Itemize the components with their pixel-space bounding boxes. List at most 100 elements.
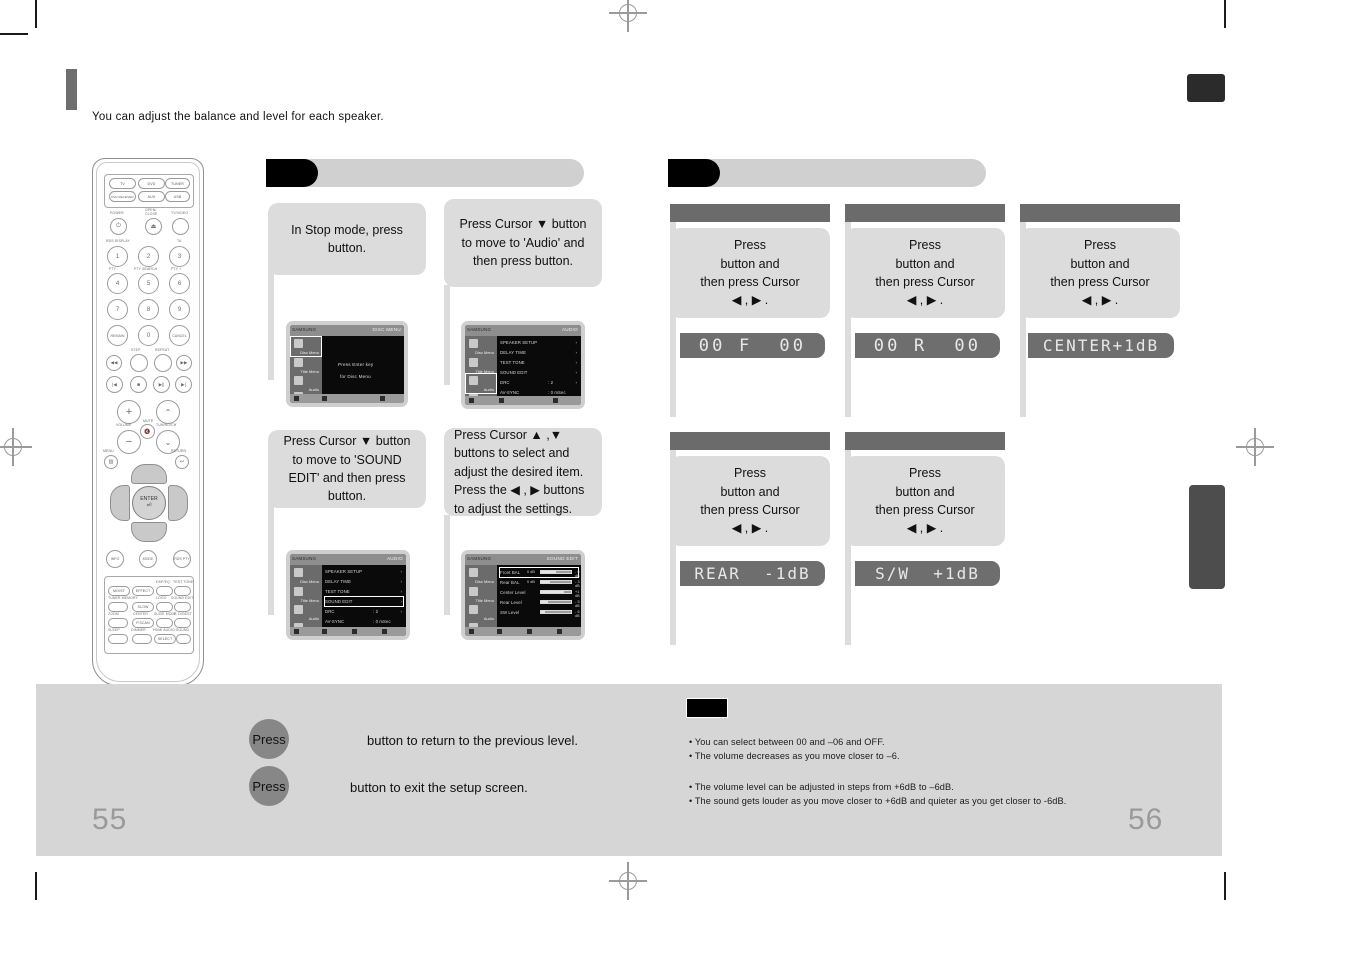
remote-button-play-pause[interactable]: ▶|| (153, 376, 170, 393)
remote-button-rds-pty[interactable]: RDS PTY (173, 550, 191, 568)
remote-button-stop[interactable]: ■ (130, 376, 147, 393)
remote-button-tuning-up[interactable]: ⌃ (156, 400, 180, 424)
osd-2-row-0[interactable]: SPEAKER SETUP › (500, 338, 578, 347)
osd-2-row-4[interactable]: DRC: 2 › (500, 378, 578, 387)
osd-4-edit-bar-0[interactable] (540, 570, 572, 574)
vfd-display-5: S/W +1dB (855, 561, 1000, 586)
osd-3-row-0[interactable]: SPEAKER SETUP › (325, 567, 403, 576)
osd-4-topbar: SAMSUNG SOUND EDIT (465, 554, 581, 565)
step-bubble-4: Press Cursor ▲ ,▼ buttons to select and … (444, 428, 602, 516)
remote-button-sound-edit[interactable] (174, 602, 191, 612)
remote-button-sound[interactable] (176, 634, 191, 644)
remote-button-6[interactable]: 6 (169, 273, 190, 294)
remote-button-p-digest[interactable] (174, 618, 191, 628)
osd-4-edit-row-4[interactable]: SW Level - 6 dB (500, 608, 580, 618)
osd-2-row-2[interactable]: TEST TONE › (500, 358, 578, 367)
remote-button-repeat[interactable] (154, 354, 172, 372)
osd-2-row-0-label: SPEAKER SETUP (500, 340, 538, 345)
remote-button-forward[interactable]: ▶▶ (176, 355, 192, 371)
remote-button-cursor-up[interactable] (131, 464, 167, 484)
remote-button-tv[interactable]: TV (109, 178, 136, 189)
remote-button-5[interactable]: 5 (138, 273, 159, 294)
remote-button-prev-track[interactable]: |◀ (106, 376, 123, 393)
osd-3-side-title-menu[interactable]: Title Menu (291, 585, 321, 604)
osd-3-row-2[interactable]: TEST TONE › (325, 587, 403, 596)
remote-button-volume-up[interactable]: + (117, 400, 141, 424)
remote-button-cursor-down[interactable] (131, 522, 167, 542)
remote-button-zoom[interactable] (108, 618, 128, 628)
osd-4-side-title-menu[interactable]: Title Menu (466, 585, 496, 604)
remote-button-7[interactable]: 7 (107, 299, 128, 320)
remote-button-enter[interactable]: ENTER ⏎ (132, 486, 166, 520)
remote-button-2[interactable]: 2 (138, 246, 159, 267)
remote-button-select[interactable]: SELECT (154, 634, 176, 644)
osd-3-row-4[interactable]: DRC: 2 › (325, 607, 403, 616)
osd-2-side-disc-menu[interactable]: Disc Menu (466, 337, 496, 356)
remote-button-logo[interactable] (156, 602, 173, 612)
osd-3-row-1[interactable]: DELAY TIME › (325, 577, 403, 586)
osd-1-side-title-menu[interactable]: Title Menu (291, 356, 321, 375)
osd-4-side-disc-menu[interactable]: Disc Menu (466, 566, 496, 585)
remote-button-effect[interactable]: EFFECT (132, 586, 154, 596)
panel-bubble-2-text: Press button and then press Cursor ◀ , ▶… (875, 238, 975, 308)
remote-button-open-close[interactable]: ⏏ (145, 218, 162, 235)
osd-3-side-audio[interactable]: Audio (291, 603, 321, 622)
osd-4-edit-bar-3[interactable] (540, 600, 572, 604)
remote-button-mo-st[interactable]: MO/ST (108, 586, 130, 596)
remote-label-tv-video: TV/VIDEO (171, 211, 189, 215)
remote-button-sleep[interactable] (108, 634, 128, 644)
osd-4-edit-bar-4[interactable] (540, 610, 572, 614)
remote-button-next-track[interactable]: ▶| (175, 376, 192, 393)
remote-button-tuner-memory[interactable] (108, 602, 128, 612)
remote-button-dsp-eq[interactable] (156, 586, 173, 596)
remote-button-dimmer[interactable] (132, 634, 152, 644)
remote-button-usb[interactable]: USB (165, 191, 190, 202)
remote-button-aux[interactable]: AUX (138, 191, 165, 202)
remote-label-logo: LOGO (156, 596, 167, 600)
remote-button-tv-video[interactable] (172, 218, 189, 235)
remote-button-info[interactable]: INFO (106, 550, 124, 568)
osd-4-edit-row-2[interactable]: Center Level +1 dB (500, 588, 580, 598)
remote-button-cursor-right[interactable] (168, 485, 188, 521)
osd-2-row-3[interactable]: SOUND EDIT › (500, 368, 578, 377)
remote-button-slide-mode[interactable] (156, 618, 173, 628)
remote-button-volume-down[interactable]: − (117, 430, 141, 454)
osd-3-row-5[interactable]: AV-SYNC: 0 mSec (325, 617, 403, 626)
osd-2-side-title-menu[interactable]: Title Menu (466, 356, 496, 375)
remote-button-test-tone[interactable] (174, 586, 191, 596)
remote-button-mute[interactable]: 🔇 (140, 424, 155, 439)
osd-2-row-1[interactable]: DELAY TIME › (500, 348, 578, 357)
osd-4-side-audio[interactable]: Audio (466, 603, 496, 622)
remote-button-p-scan[interactable]: P.SCAN (132, 618, 154, 628)
remote-button-0[interactable]: 0 (138, 325, 159, 346)
remote-button-cancel[interactable]: CANCEL (169, 325, 190, 346)
osd-4-edit-level-1: - 3 dB (575, 580, 580, 588)
remote-button-8[interactable]: 8 (138, 299, 159, 320)
remote-button-1[interactable]: 1 (107, 246, 128, 267)
remote-button-tuner[interactable]: TUNER (165, 178, 190, 189)
remote-button-slow[interactable]: SLOW (132, 602, 154, 612)
osd-3-side-disc-menu[interactable]: Disc Menu (291, 566, 321, 585)
osd-4-edit-bar-1[interactable] (540, 580, 572, 584)
remote-button-dvd-receiver[interactable]: DVD RECEIVER (109, 191, 136, 202)
osd-4-edit-bar-2[interactable] (540, 590, 572, 594)
remote-button-power[interactable]: ⏻ (110, 218, 127, 235)
remote-button-9[interactable]: 9 (169, 299, 190, 320)
remote-button-step[interactable] (130, 354, 148, 372)
remote-button-rewind[interactable]: ◀◀ (106, 355, 122, 371)
remote-button-remain[interactable]: REMAIN (107, 325, 128, 346)
osd-1-side-disc-menu[interactable]: Disc Menu (290, 336, 322, 357)
osd-screen-3-inner: SAMSUNG AUDIO Disc Menu Title Menu Audio… (290, 554, 406, 636)
osd-2-side-audio[interactable]: Audio (465, 373, 497, 394)
remote-button-dvd[interactable]: DVD (138, 178, 165, 189)
osd-3-row-3[interactable]: SOUND EDIT › (324, 596, 404, 607)
remote-button-3[interactable]: 3 (169, 246, 190, 267)
remote-button-cursor-left[interactable] (110, 485, 130, 521)
panel-header-2 (845, 204, 1005, 222)
osd-4-edit-row-3[interactable]: Rear Level - 5 dB (500, 598, 580, 608)
osd-screen-2-inner: SAMSUNG AUDIO Disc Menu Title Menu Audio… (465, 325, 581, 405)
remote-button-4[interactable]: 4 (107, 273, 128, 294)
osd-4-edit-row-1[interactable]: Rear BAL 0 dB - 3 dB (500, 578, 580, 588)
remote-button-mode[interactable]: MODE (139, 550, 157, 568)
osd-4-edit-row-0[interactable]: Front BAL 0 dB - 6 dB (499, 567, 580, 578)
